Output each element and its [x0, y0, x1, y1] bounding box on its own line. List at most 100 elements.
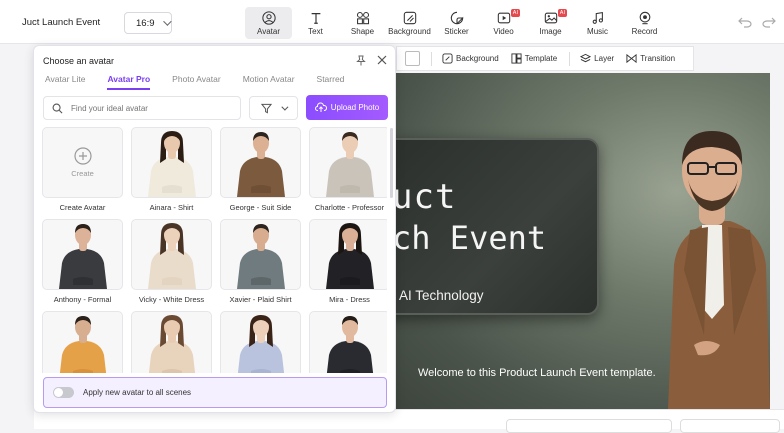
avatar-thumbnail: [309, 219, 387, 290]
avatar-grid: Create Create Avatar Ainara - Shirt George …: [42, 127, 387, 373]
background-color-swatch[interactable]: [405, 51, 420, 66]
upload-cloud-icon: [314, 102, 327, 112]
create-avatar-card[interactable]: Create Create Avatar: [42, 127, 123, 212]
text-icon: [311, 12, 320, 24]
avatar-name: Charlotte - Professor: [314, 203, 385, 212]
canvas-background-label: Background: [456, 54, 499, 63]
search-icon: [52, 103, 63, 113]
tool-background[interactable]: Background: [386, 7, 433, 39]
upload-photo-button[interactable]: Upload Photo: [306, 95, 388, 120]
tool-sticker[interactable]: Sticker: [433, 7, 480, 39]
avatar-card[interactable]: Ainara - Shirt: [131, 127, 212, 212]
canvas-transition-button[interactable]: Transition: [626, 53, 675, 64]
avatar-figure: [236, 224, 285, 289]
scene-subtitle[interactable]: AI Technology: [399, 288, 484, 303]
presenter-avatar[interactable]: [654, 105, 770, 409]
avatar-thumbnail: [131, 127, 212, 198]
avatar-card[interactable]: George - Suit Side: [220, 127, 301, 212]
transition-icon: [626, 53, 637, 64]
avatar-card[interactable]: Charlotte - Professor: [309, 127, 387, 212]
avatar-thumbnail: [309, 127, 387, 198]
filter-dropdown[interactable]: [249, 96, 298, 120]
tab-photo-avatar[interactable]: Photo Avatar: [172, 74, 221, 90]
tool-music[interactable]: Music: [574, 7, 621, 39]
avatar-figure: [148, 315, 195, 373]
plus-circle-icon: [73, 147, 92, 165]
avatar-card[interactable]: Xavier - Plaid Shirt: [220, 219, 301, 304]
tool-record[interactable]: Record: [621, 7, 668, 39]
redo-icon[interactable]: [762, 16, 776, 28]
apply-all-label: Apply new avatar to all scenes: [83, 388, 192, 397]
timeline-control[interactable]: [506, 419, 672, 433]
divider: [431, 51, 432, 66]
avatar-card[interactable]: Mira - Dress: [309, 219, 387, 304]
tab-starred[interactable]: Starred: [317, 74, 345, 90]
tool-text[interactable]: Text: [292, 7, 339, 39]
avatar-name: Ainara - Shirt: [149, 203, 194, 212]
close-icon[interactable]: [377, 55, 387, 65]
main-toolbar: Avatar Text Shape Background Sticker AI …: [245, 7, 668, 39]
chevron-down-icon: [281, 103, 289, 111]
canvas-background-button[interactable]: Background: [442, 53, 499, 64]
apply-all-toggle[interactable]: [53, 387, 74, 398]
avatar-card[interactable]: Vicky - White Dress: [131, 219, 212, 304]
avatar-name: Mira - Dress: [329, 295, 370, 304]
avatar-figure: [236, 132, 285, 197]
create-avatar-thumb: Create: [42, 127, 123, 198]
scene-caption[interactable]: Welcome to this Product Launch Event tem…: [418, 367, 656, 379]
aspect-ratio-select[interactable]: 16:9: [124, 12, 172, 34]
avatar-figure: [58, 224, 107, 289]
avatar-thumbnail: [131, 219, 212, 290]
tool-label: Shape: [350, 26, 375, 36]
ai-badge: AI: [510, 9, 520, 17]
panel-title: Choose an avatar: [43, 56, 115, 66]
canvas-layer-button[interactable]: Layer: [580, 53, 614, 64]
avatar-card[interactable]: Anthony - Formal: [42, 219, 123, 304]
tool-label: Video: [493, 26, 514, 36]
scene-title-line-1[interactable]: uct: [396, 177, 456, 217]
scrollbar[interactable]: [390, 128, 393, 198]
avatar-card[interactable]: [309, 311, 387, 373]
sticker-icon: [450, 11, 463, 24]
avatar-thumbnail: [42, 311, 123, 373]
tool-label: Record: [631, 26, 658, 36]
avatar-name: George - Suit Side: [229, 203, 292, 212]
avatar-name: Xavier - Plaid Shirt: [229, 295, 292, 304]
music-icon: [592, 11, 603, 24]
canvas-template-label: Template: [524, 54, 558, 63]
avatar-picker-panel: Choose an avatar Avatar Lite Avatar Pro …: [33, 45, 396, 413]
tool-avatar[interactable]: Avatar: [245, 7, 292, 39]
tab-motion-avatar[interactable]: Motion Avatar: [243, 74, 295, 90]
tab-avatar-lite[interactable]: Avatar Lite: [45, 74, 85, 90]
avatar-thumbnail: [220, 311, 301, 373]
tool-video[interactable]: AI Video: [480, 7, 527, 39]
tool-image[interactable]: AI Image: [527, 7, 574, 39]
background-icon: [442, 53, 453, 64]
project-title[interactable]: Juct Launch Event: [22, 17, 100, 28]
top-bar: Juct Launch Event 16:9 Avatar Text Shape…: [0, 0, 784, 44]
timeline-control[interactable]: [680, 419, 780, 433]
undo-icon[interactable]: [738, 16, 752, 28]
avatar-figure: [147, 223, 196, 289]
shape-icon: [356, 11, 369, 24]
avatar-search: [43, 96, 241, 120]
avatar-figure: [325, 132, 374, 197]
tool-shape[interactable]: Shape: [339, 7, 386, 39]
avatar-thumbnail: [131, 311, 212, 373]
avatar-card[interactable]: [42, 311, 123, 373]
canvas-template-button[interactable]: Template: [511, 53, 557, 64]
search-input[interactable]: [71, 103, 231, 113]
scene-preview[interactable]: uct ch Event AI Technology Welcome to th…: [396, 73, 770, 409]
avatar-name: Anthony - Formal: [53, 295, 112, 304]
chevron-down-icon: [162, 17, 172, 26]
template-icon: [511, 53, 522, 64]
avatar-card[interactable]: [220, 311, 301, 373]
avatar-figure: [325, 223, 374, 289]
pin-icon[interactable]: [356, 55, 366, 66]
scene-title-line-2[interactable]: ch Event: [396, 219, 546, 257]
ai-badge: AI: [557, 9, 567, 17]
record-icon: [639, 11, 650, 24]
avatar-card[interactable]: [131, 311, 212, 373]
tool-label: Image: [539, 26, 562, 36]
tab-avatar-pro[interactable]: Avatar Pro: [107, 74, 151, 90]
